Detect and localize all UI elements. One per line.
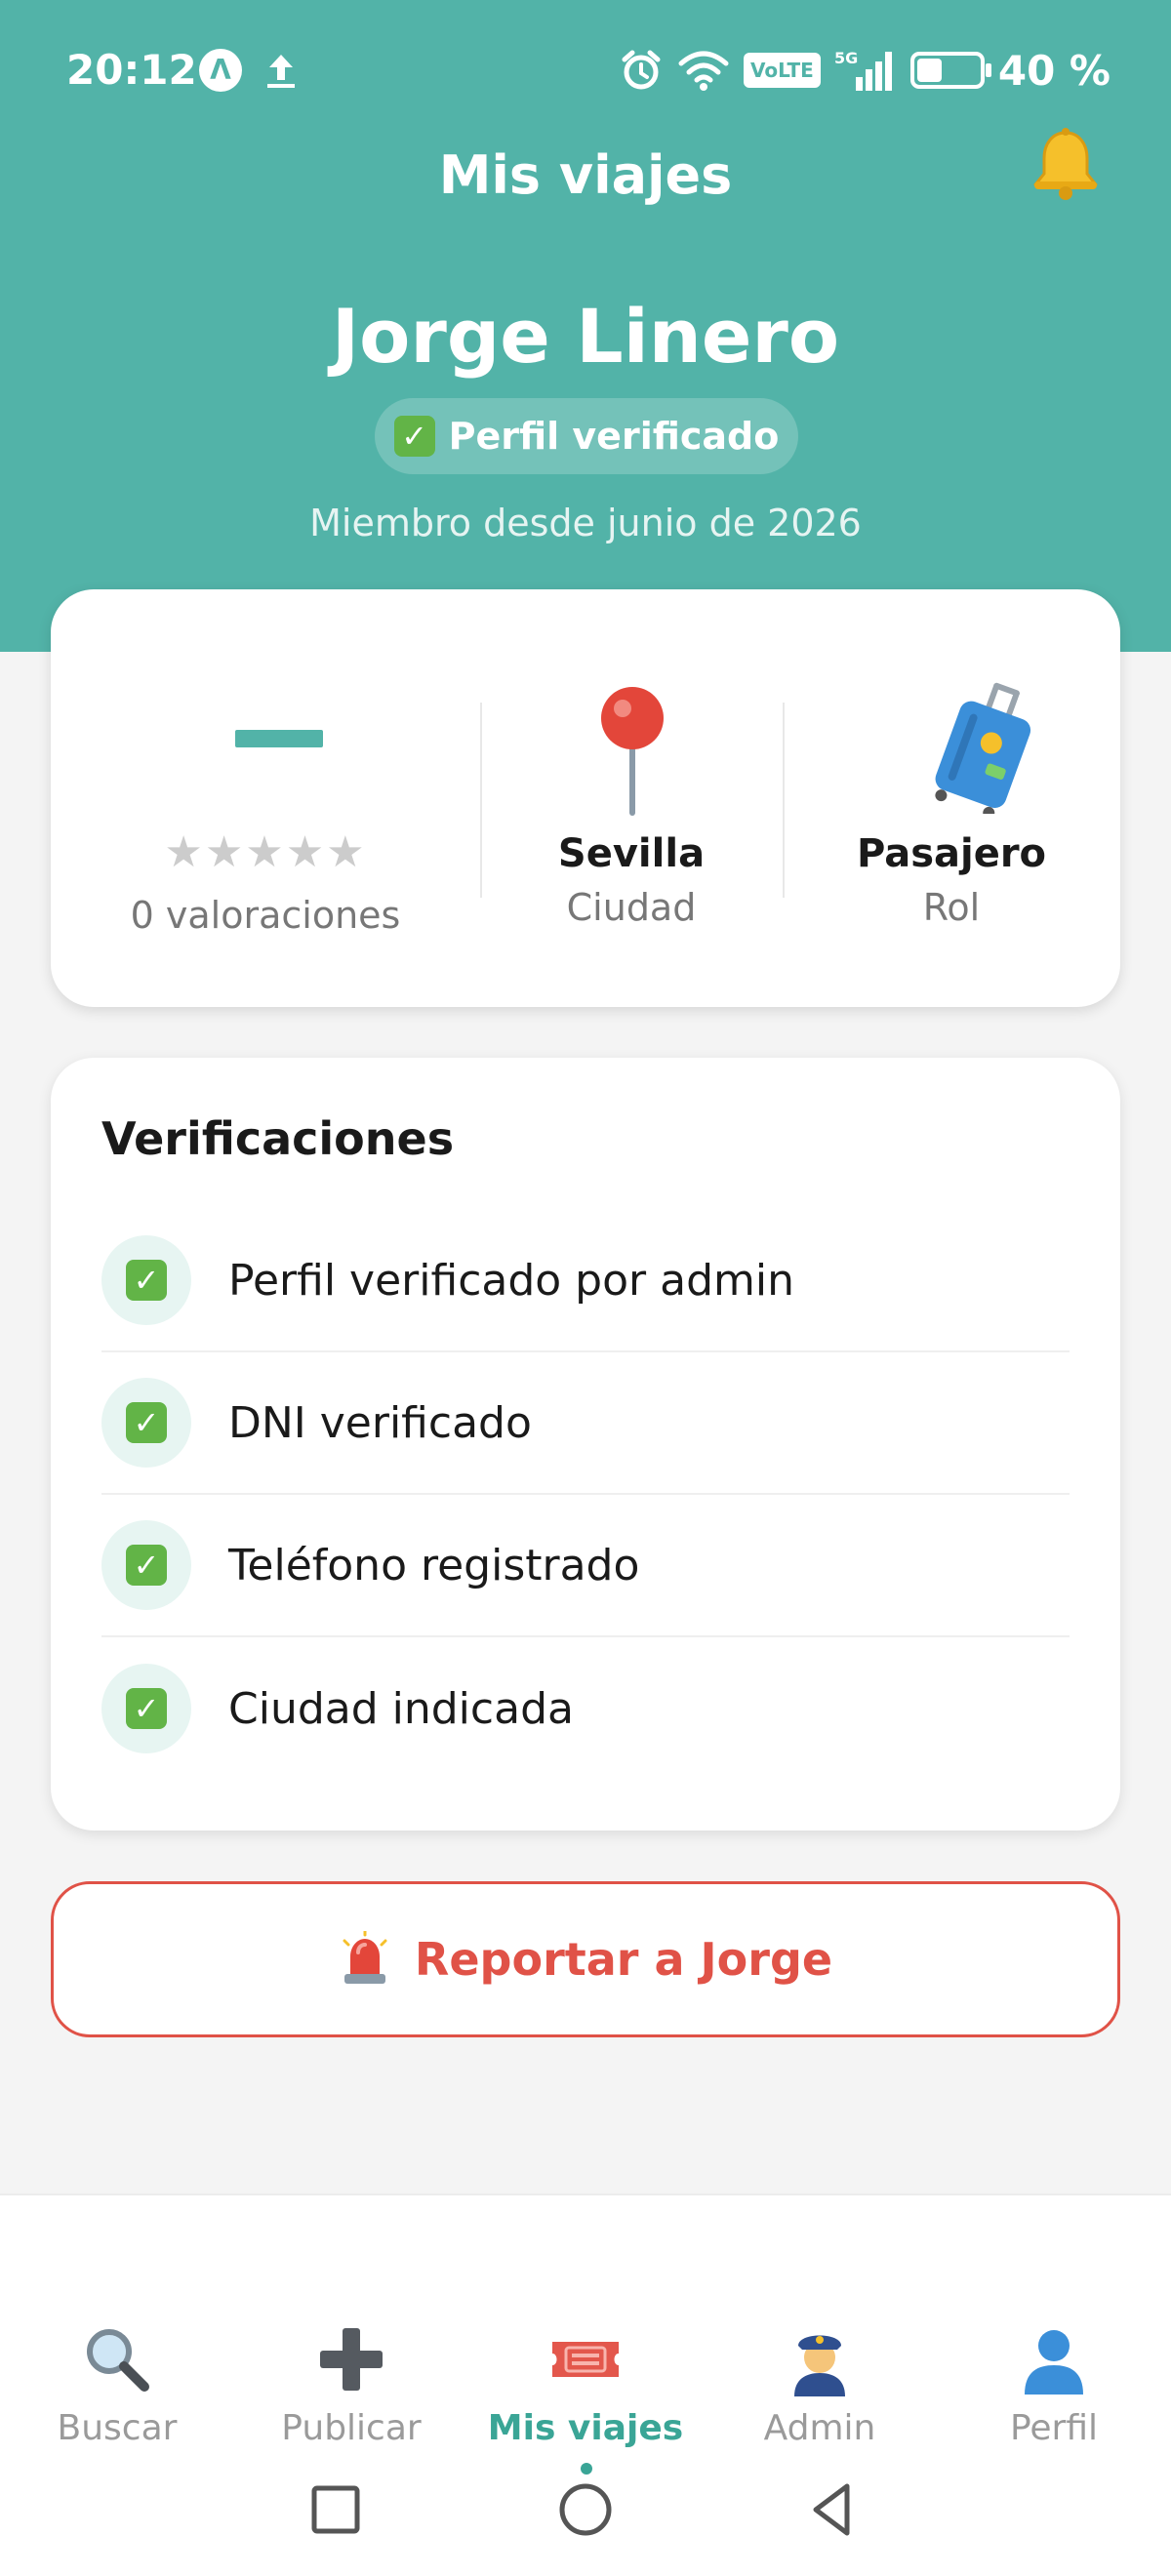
check-icon: ✓ — [126, 1260, 167, 1301]
back-button[interactable] — [802, 2478, 865, 2541]
city-label: Ciudad — [566, 886, 697, 929]
nav-item-mis-viajes[interactable]: Mis viajes — [468, 2322, 703, 2448]
rating-empty-dash — [235, 730, 323, 747]
verification-label: Teléfono registrado — [228, 1540, 640, 1590]
ticket-icon — [552, 2342, 619, 2377]
home-button[interactable] — [554, 2478, 617, 2541]
alarm-icon — [622, 50, 661, 90]
report-label: Reportar a Jorge — [414, 1933, 833, 1986]
member-since: Miembro desde junio de 2026 — [309, 502, 862, 544]
pushpin-icon — [601, 687, 664, 816]
verification-label: DNI verificado — [228, 1397, 532, 1448]
verifications-card: Verificaciones ✓ Perfil verificado por a… — [51, 1058, 1120, 1831]
verification-label: Perfil verificado por admin — [228, 1255, 794, 1306]
nav-item-admin[interactable]: Admin — [703, 2322, 937, 2448]
stats-card: ★★★★★ 0 valoraciones Sevilla Ciudad Pasa… — [51, 589, 1120, 1007]
city-stat: Sevilla Ciudad — [480, 589, 783, 1007]
nav-item-buscar[interactable]: Buscar — [0, 2322, 234, 2448]
ratings-count: 0 valoraciones — [130, 894, 401, 937]
role-label: Rol — [922, 886, 981, 929]
wifi-icon — [678, 51, 729, 91]
role-stat: Pasajero Rol — [783, 589, 1120, 1007]
plus-icon — [320, 2328, 383, 2391]
verification-label: Ciudad indicada — [228, 1683, 574, 1734]
recents-button[interactable] — [304, 2478, 367, 2541]
upload-icon — [267, 55, 295, 88]
rating-stat: ★★★★★ 0 valoraciones — [51, 589, 480, 1007]
check-icon: ✓ — [126, 1688, 167, 1729]
signal-icon: 5G — [834, 49, 892, 91]
check-icon: ✓ — [126, 1402, 167, 1443]
battery-percent: 40 % — [997, 46, 1110, 95]
active-tab-indicator — [581, 2463, 592, 2475]
verified-badge: ✓ Perfil verificado — [375, 398, 798, 474]
role-value: Pasajero — [856, 831, 1047, 876]
nav-item-publicar[interactable]: Publicar — [234, 2322, 468, 2448]
check-icon: ✓ — [393, 416, 435, 457]
verification-item: ✓ Ciudad indicada — [101, 1637, 1070, 1780]
police-officer-icon — [794, 2335, 845, 2396]
status-time: 20:12 — [66, 46, 197, 94]
luggage-icon — [935, 682, 1031, 814]
bell-icon[interactable] — [1027, 125, 1105, 203]
verification-item: ✓ DNI verificado — [101, 1352, 1070, 1495]
verifications-title: Verificaciones — [101, 1112, 455, 1165]
profile-name: Jorge Linero — [331, 293, 840, 380]
rating-stars: ★★★★★ — [164, 827, 367, 877]
city-value: Sevilla — [557, 831, 706, 876]
system-navigation-bar — [0, 2478, 1171, 2556]
verification-item: ✓ Perfil verificado por admin — [101, 1210, 1070, 1352]
report-user-button[interactable]: Reportar a Jorge — [51, 1881, 1120, 2037]
svg-text:5G: 5G — [834, 49, 858, 67]
siren-icon — [343, 1931, 387, 1984]
status-bar: 20:12 Λ VoLTE 5G 40 % — [0, 0, 1171, 142]
check-icon: ✓ — [126, 1545, 167, 1586]
volte-badge: VoLTE — [743, 53, 821, 88]
page-title: Mis viajes — [438, 144, 733, 206]
search-icon — [87, 2329, 149, 2392]
verification-item: ✓ Teléfono registrado — [101, 1495, 1070, 1637]
user-silhouette-icon — [1025, 2330, 1083, 2395]
app-notification-icon: Λ — [199, 49, 242, 92]
battery-icon — [909, 52, 991, 89]
nav-item-perfil[interactable]: Perfil — [937, 2322, 1171, 2448]
verified-label: Perfil verificado — [448, 415, 780, 458]
